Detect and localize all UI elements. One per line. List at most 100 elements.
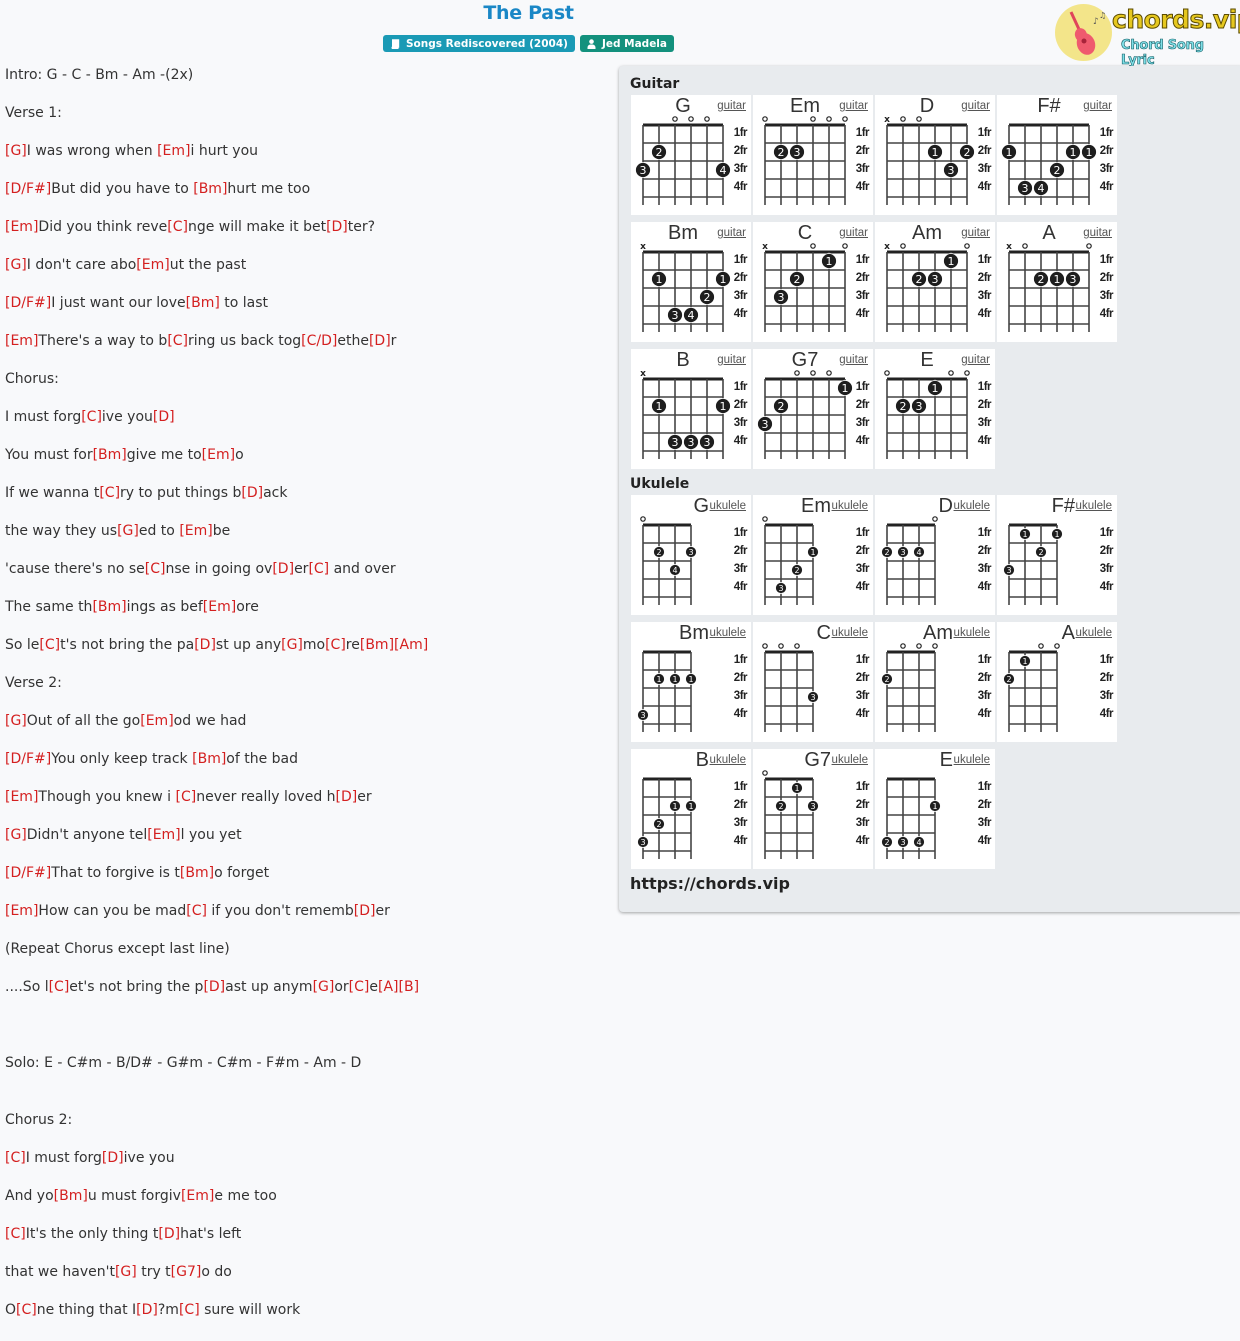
- chord-link[interactable]: [Em]: [157, 143, 190, 159]
- guitar-chord-card[interactable]: 3 2 4 Gguitar 1fr 2fr 3fr 4fr: [631, 95, 751, 215]
- chord-link[interactable]: [B]: [399, 979, 420, 995]
- ukulele-chord-card[interactable]: 1 2 3 G7 ukulele 1fr 2fr 3fr 4fr: [753, 749, 873, 869]
- guitar-link[interactable]: guitar: [961, 354, 990, 366]
- chord-link[interactable]: [C]: [167, 333, 188, 349]
- chord-link[interactable]: [Bm]: [93, 447, 127, 463]
- chord-link[interactable]: [D]: [241, 485, 263, 501]
- chord-link[interactable]: [D]: [102, 1150, 124, 1166]
- chord-link[interactable]: [Bm]: [92, 599, 126, 615]
- ukulele-link[interactable]: ukulele: [710, 627, 746, 639]
- chord-link[interactable]: [Bm]: [360, 637, 394, 653]
- chord-link[interactable]: [C]: [308, 561, 329, 577]
- guitar-chord-card[interactable]: x 1 1 2 3 4 Bm guitar 1fr 2fr 3fr 4fr: [631, 222, 751, 342]
- chord-link[interactable]: [Em]: [5, 903, 38, 919]
- ukulele-link[interactable]: ukulele: [710, 500, 746, 512]
- ukulele-link[interactable]: ukulele: [832, 500, 868, 512]
- chord-link[interactable]: [D]: [354, 903, 376, 919]
- chord-link[interactable]: [G]: [313, 979, 335, 995]
- chord-link[interactable]: [G7]: [171, 1264, 202, 1280]
- chord-link[interactable]: [D]: [153, 409, 175, 425]
- chord-link[interactable]: [D]: [136, 1302, 158, 1318]
- guitar-chord-card[interactable]: 1 1 1 2 3 4 F# guitar 1fr 2fr 3fr 4fr: [997, 95, 1117, 215]
- chord-link[interactable]: [G]: [115, 1264, 137, 1280]
- chord-link[interactable]: [Em]: [147, 827, 180, 843]
- chord-link[interactable]: [D/F#]: [5, 751, 51, 767]
- chord-link[interactable]: [C]: [167, 219, 188, 235]
- chord-link[interactable]: [G]: [5, 257, 27, 273]
- chord-link[interactable]: [G]: [5, 827, 27, 843]
- chord-link[interactable]: [Bm]: [180, 865, 214, 881]
- ukulele-link[interactable]: ukulele: [1076, 627, 1112, 639]
- ukulele-link[interactable]: ukulele: [954, 500, 990, 512]
- guitar-link[interactable]: guitar: [717, 100, 746, 112]
- chord-link[interactable]: [Am]: [394, 637, 428, 653]
- chord-link[interactable]: [Em]: [179, 523, 212, 539]
- guitar-link[interactable]: guitar: [717, 227, 746, 239]
- guitar-chord-card[interactable]: 1 2 3 Eguitar 1fr 2fr 3fr 4fr: [875, 349, 995, 469]
- chord-link[interactable]: [Em]: [136, 257, 169, 273]
- chord-link[interactable]: [G]: [5, 143, 27, 159]
- chord-link[interactable]: [D]: [336, 789, 358, 805]
- chord-link[interactable]: [Em]: [181, 1188, 214, 1204]
- chord-link[interactable]: [C]: [99, 485, 120, 501]
- chord-link[interactable]: [Em]: [140, 713, 173, 729]
- guitar-chord-card[interactable]: x 1 1 3 3 3 Bguitar 1fr 2fr 3fr 4fr: [631, 349, 751, 469]
- artist-badge[interactable]: Jed Madela: [579, 35, 674, 52]
- ukulele-chord-card[interactable]: 2 3 4 Gukulele 1fr 2fr 3fr 4fr: [631, 495, 751, 615]
- chord-link[interactable]: [Em]: [5, 219, 38, 235]
- guitar-chord-card[interactable]: 2 3 Em guitar 1fr 2fr 3fr 4fr: [753, 95, 873, 215]
- chord-link[interactable]: [C]: [176, 789, 197, 805]
- chord-link[interactable]: [C]: [186, 903, 207, 919]
- ukulele-link[interactable]: ukulele: [832, 754, 868, 766]
- guitar-chord-card[interactable]: x 1 2 3 Dguitar 1fr 2fr 3fr 4fr: [875, 95, 995, 215]
- chord-link[interactable]: [Em]: [5, 333, 38, 349]
- ukulele-chord-card[interactable]: 1 2 3 4 Eukulele 1fr 2fr 3fr 4fr: [875, 749, 995, 869]
- chord-link[interactable]: [G]: [281, 637, 303, 653]
- ukulele-link[interactable]: ukulele: [710, 754, 746, 766]
- chord-link[interactable]: [D/F#]: [5, 295, 51, 311]
- chord-link[interactable]: [D]: [194, 637, 216, 653]
- chord-link[interactable]: [C]: [325, 637, 346, 653]
- chord-link[interactable]: [D]: [272, 561, 294, 577]
- chord-link[interactable]: [C]: [5, 1150, 26, 1166]
- chord-link[interactable]: [D]: [326, 219, 348, 235]
- chord-link[interactable]: [Em]: [5, 789, 38, 805]
- chord-link[interactable]: [D/F#]: [5, 865, 51, 881]
- guitar-chord-card[interactable]: x 2 1 3 Aguitar 1fr 2fr 3fr 4fr: [997, 222, 1117, 342]
- ukulele-link[interactable]: ukulele: [832, 627, 868, 639]
- guitar-link[interactable]: guitar: [1083, 100, 1112, 112]
- chord-link[interactable]: [C]: [145, 561, 166, 577]
- chord-link[interactable]: [C]: [349, 979, 370, 995]
- chord-link[interactable]: [C]: [179, 1302, 200, 1318]
- guitar-chord-card[interactable]: x 1 2 3 Am guitar 1fr 2fr 3fr 4fr: [875, 222, 995, 342]
- guitar-link[interactable]: guitar: [961, 100, 990, 112]
- site-logo[interactable]: ♪ ♫ chords.vip Chord Song Lyric: [1054, 3, 1240, 68]
- guitar-link[interactable]: guitar: [839, 354, 868, 366]
- chord-link[interactable]: [D]: [158, 1226, 180, 1242]
- guitar-link[interactable]: guitar: [1083, 227, 1112, 239]
- chord-link[interactable]: [Em]: [202, 447, 235, 463]
- ukulele-chord-card[interactable]: 1 1 2 3 Bukulele 1fr 2fr 3fr 4fr: [631, 749, 751, 869]
- chord-link[interactable]: [C/D]: [301, 333, 337, 349]
- ukulele-chord-card[interactable]: 2 3 4 Dukulele 1fr 2fr 3fr 4fr: [875, 495, 995, 615]
- chord-link[interactable]: [A]: [378, 979, 399, 995]
- ukulele-chord-card[interactable]: 1 2 3 Em ukulele 1fr 2fr 3fr 4fr: [753, 495, 873, 615]
- guitar-link[interactable]: guitar: [839, 227, 868, 239]
- chord-link[interactable]: [D]: [369, 333, 391, 349]
- guitar-chord-card[interactable]: 1 2 3 G7 guitar 1fr 2fr 3fr 4fr: [753, 349, 873, 469]
- chord-link[interactable]: [Bm]: [193, 181, 227, 197]
- chord-link[interactable]: [D]: [203, 979, 225, 995]
- chord-link[interactable]: [G]: [5, 713, 27, 729]
- chord-link[interactable]: [Bm]: [54, 1188, 88, 1204]
- chord-link[interactable]: [C]: [5, 1226, 26, 1242]
- ukulele-chord-card[interactable]: 3 Cukulele 1fr 2fr 3fr 4fr: [753, 622, 873, 742]
- chord-link[interactable]: [Bm]: [192, 751, 226, 767]
- ukulele-link[interactable]: ukulele: [954, 627, 990, 639]
- chord-link[interactable]: [C]: [81, 409, 102, 425]
- guitar-link[interactable]: guitar: [961, 227, 990, 239]
- site-url[interactable]: https://chords.vip: [630, 874, 790, 893]
- ukulele-link[interactable]: ukulele: [1076, 500, 1112, 512]
- guitar-link[interactable]: guitar: [717, 354, 746, 366]
- chord-link[interactable]: [Em]: [203, 599, 236, 615]
- chord-link[interactable]: [Bm]: [186, 295, 220, 311]
